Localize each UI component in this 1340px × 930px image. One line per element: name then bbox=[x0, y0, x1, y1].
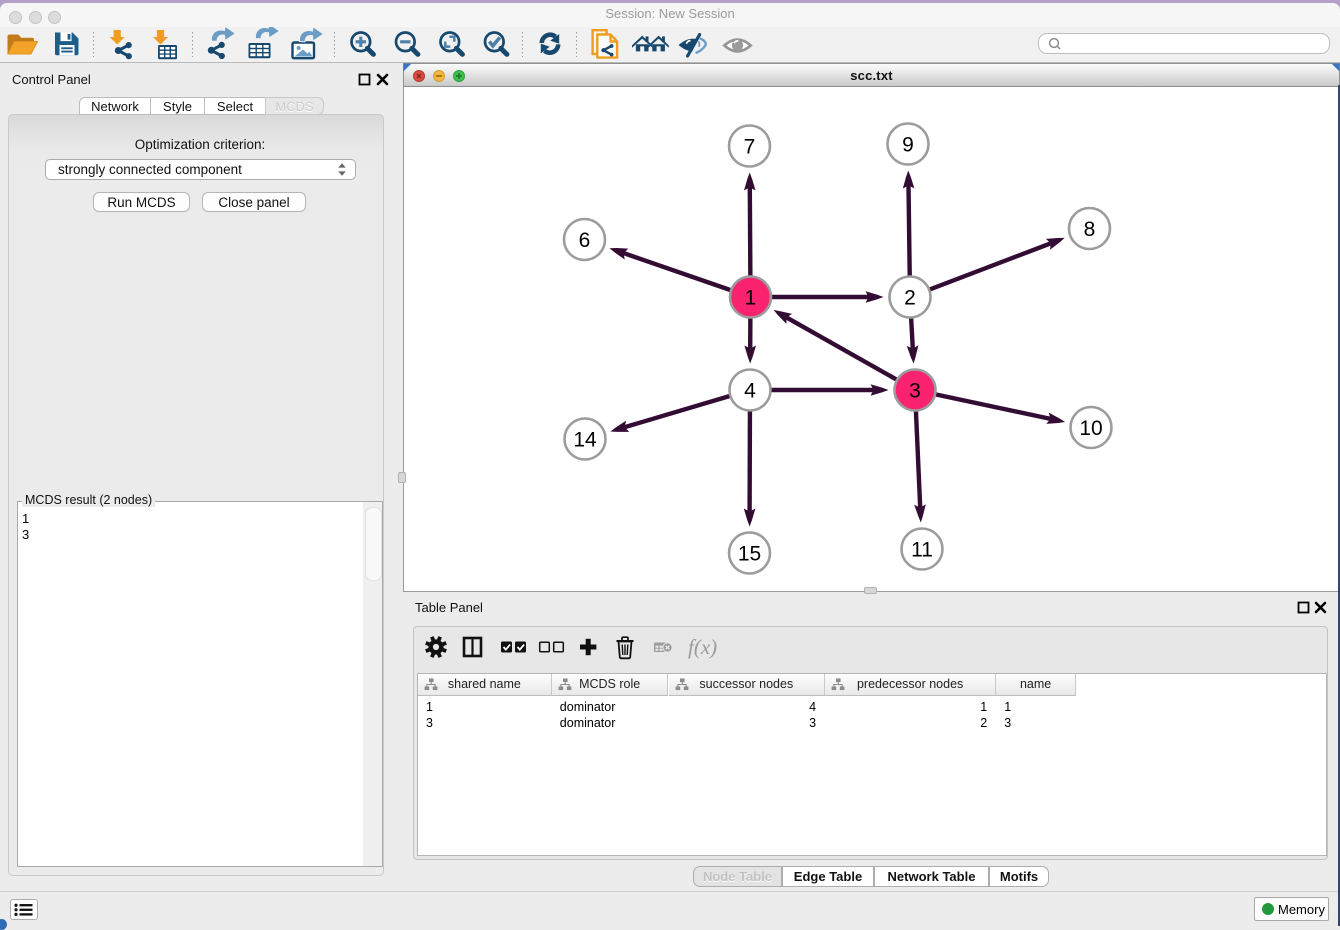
svg-text:9: 9 bbox=[902, 134, 914, 157]
svg-text:7: 7 bbox=[744, 136, 756, 159]
svg-text:1: 1 bbox=[745, 287, 757, 310]
svg-text:11: 11 bbox=[911, 539, 933, 562]
svg-text:15: 15 bbox=[738, 543, 761, 566]
svg-text:2: 2 bbox=[904, 287, 916, 310]
svg-text:10: 10 bbox=[1079, 417, 1102, 440]
svg-text:3: 3 bbox=[909, 380, 921, 403]
svg-text:6: 6 bbox=[579, 229, 591, 252]
svg-text:8: 8 bbox=[1084, 218, 1096, 241]
svg-text:14: 14 bbox=[573, 429, 597, 452]
svg-text:4: 4 bbox=[744, 380, 756, 403]
